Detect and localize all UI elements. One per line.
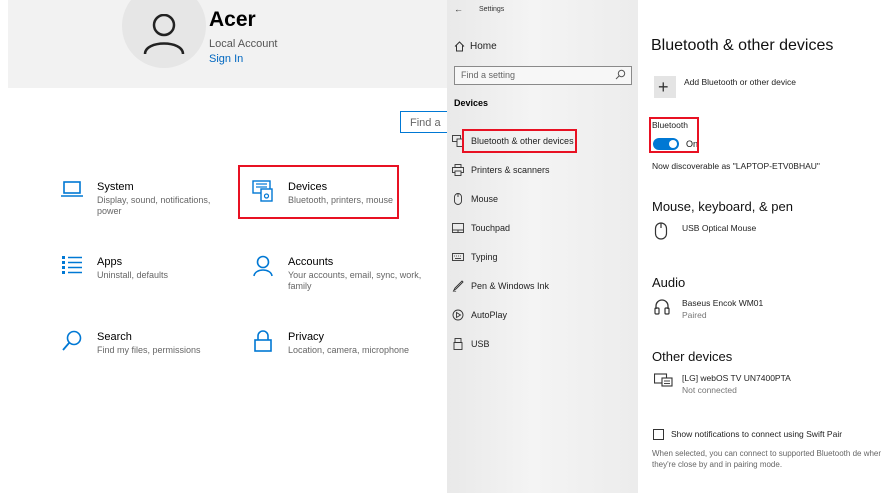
autoplay-icon	[452, 309, 464, 321]
settings-home-panel: Acer Local Account Sign In Find a System…	[0, 0, 447, 493]
nav-item-label: Typing	[471, 252, 498, 262]
other-device-name[interactable]: [LG] webOS TV UN7400PTA	[682, 373, 791, 383]
nav-item-label: Printers & scanners	[471, 165, 550, 175]
tv-device-icon	[654, 373, 673, 387]
mouse-device-name[interactable]: USB Optical Mouse	[682, 223, 756, 233]
mouse-section-title: Mouse, keyboard, & pen	[652, 199, 793, 214]
bluetooth-nav-highlight	[462, 129, 577, 153]
other-section-title: Other devices	[652, 349, 733, 364]
account-name: Acer	[209, 8, 256, 31]
category-subtitle: Uninstall, defaults	[97, 270, 169, 280]
nav-section-header: Devices	[454, 98, 489, 108]
search-icon	[62, 330, 82, 351]
bluetooth-page: Bluetooth & other devices + Add Bluetoot…	[638, 0, 881, 493]
nav-item-printers[interactable]: Printers & scanners	[452, 163, 632, 179]
category-title: Search	[97, 331, 132, 343]
category-accounts[interactable]: Accounts Your accounts, email, sync, wor…	[252, 255, 432, 305]
category-title: System	[97, 181, 134, 193]
apps-list-icon	[62, 256, 82, 274]
usb-icon	[453, 338, 463, 350]
nav-item-mouse[interactable]: Mouse	[452, 192, 632, 208]
mouse-icon	[454, 193, 462, 205]
back-button[interactable]: ←	[454, 4, 463, 14]
swift-pair-label[interactable]: Show notifications to connect using Swif…	[671, 429, 842, 439]
nav-item-label: AutoPlay	[471, 310, 508, 320]
devices-highlight	[238, 165, 399, 219]
person-icon	[253, 255, 273, 277]
nav-item-typing[interactable]: Typing	[452, 250, 632, 266]
category-apps[interactable]: Apps Uninstall, defaults	[61, 255, 241, 305]
category-title: Privacy	[288, 331, 325, 343]
printer-icon	[452, 164, 464, 176]
category-subtitle: Find my files, permissions	[97, 345, 201, 355]
settings-nav-pane: ← Settings Home Find a setting Devices B…	[447, 0, 638, 493]
plus-icon: +	[658, 77, 669, 97]
audio-device-status: Paired	[682, 310, 707, 320]
home-icon	[454, 41, 465, 52]
nav-item-label: USB	[471, 339, 490, 349]
other-device-status: Not connected	[682, 385, 737, 395]
nav-item-label: Mouse	[471, 194, 499, 204]
mouse-icon	[654, 222, 668, 240]
audio-section-title: Audio	[652, 275, 686, 290]
bluetooth-toggle-highlight	[649, 117, 699, 153]
window-title: Settings	[479, 6, 505, 13]
category-title: Apps	[97, 256, 123, 268]
audio-device-name[interactable]: Baseus Encok WM01	[682, 298, 763, 308]
keyboard-icon	[452, 253, 464, 261]
home-search-input[interactable]: Find a	[400, 111, 447, 133]
nav-item-usb[interactable]: USB	[452, 337, 632, 353]
add-device-label[interactable]: Add Bluetooth or other device	[684, 77, 796, 87]
nav-home-label: Home	[470, 41, 497, 52]
page-title: Bluetooth & other devices	[651, 37, 834, 54]
category-subtitle: Your accounts, email, sync, work, family	[288, 270, 422, 291]
touchpad-icon	[452, 223, 464, 233]
nav-item-label: Touchpad	[471, 223, 511, 233]
find-setting-placeholder: Find a setting	[461, 70, 516, 80]
nav-item-touchpad[interactable]: Touchpad	[452, 221, 632, 237]
category-system[interactable]: System Display, sound, notifications, po…	[61, 180, 241, 230]
search-icon	[615, 69, 626, 80]
laptop-icon	[61, 181, 83, 197]
account-type: Local Account	[209, 38, 278, 50]
swift-pair-description: When selected, you can connect to suppor…	[652, 449, 881, 469]
pen-icon	[452, 280, 464, 292]
category-subtitle: Location, camera, microphone	[288, 345, 410, 355]
category-title: Accounts	[288, 256, 334, 268]
headphones-icon	[654, 299, 670, 315]
discoverable-text: Now discoverable as "LAPTOP-ETV0BHAU"	[652, 161, 820, 171]
nav-item-pen[interactable]: Pen & Windows Ink	[452, 279, 632, 295]
swift-pair-checkbox[interactable]	[653, 429, 664, 440]
lock-icon	[254, 330, 272, 352]
nav-item-label: Pen & Windows Ink	[471, 281, 550, 291]
category-subtitle: Display, sound, notifications, power	[97, 195, 211, 216]
add-device-button[interactable]: +	[654, 76, 676, 98]
category-search[interactable]: Search Find my files, permissions	[61, 330, 241, 380]
category-privacy[interactable]: Privacy Location, camera, microphone	[252, 330, 432, 380]
find-setting-input[interactable]: Find a setting	[454, 66, 632, 85]
sign-in-link[interactable]: Sign In	[209, 53, 243, 65]
nav-item-autoplay[interactable]: AutoPlay	[452, 308, 632, 324]
user-icon	[143, 14, 185, 54]
